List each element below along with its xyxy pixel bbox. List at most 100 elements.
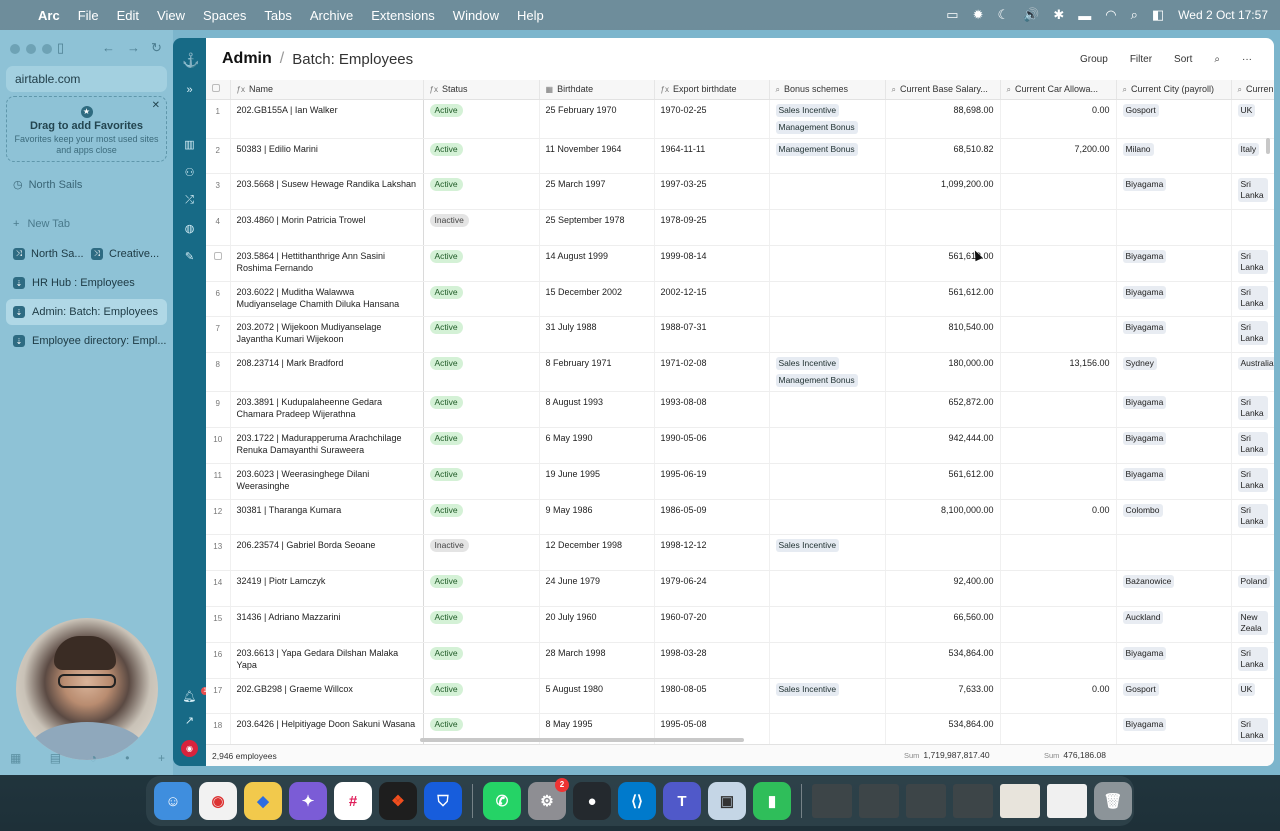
cell-birthdate[interactable]: 6 May 1990 xyxy=(539,427,655,464)
cell-export-birthdate[interactable]: 1980-08-05 xyxy=(654,678,770,715)
cell-base-salary[interactable]: 88,698.00 xyxy=(885,99,1001,139)
row-number[interactable]: 8 xyxy=(206,352,231,393)
column-header-bonus-schemes[interactable]: ⌕ Bonus schemes xyxy=(769,80,886,100)
cell-bonus-schemes[interactable] xyxy=(769,463,886,500)
library-icon[interactable]: ▤ xyxy=(50,751,61,765)
row-number[interactable]: 4 xyxy=(206,209,231,246)
github-icon[interactable]: ● xyxy=(573,782,611,820)
cell-name[interactable]: 203.6426 | Helpitiyage Doon Sakuni Wasan… xyxy=(230,713,424,744)
finder-icon[interactable]: ☺ xyxy=(154,782,192,820)
filter-button[interactable]: Filter xyxy=(1130,54,1152,65)
whatsapp-icon[interactable]: ✆ xyxy=(483,782,521,820)
table-row[interactable]: 8 208.23714 | Mark Bradford Active 8 Februa… xyxy=(206,352,1274,393)
table-row[interactable]: 203.5864 | Hettithanthrige Ann Sasini Ro… xyxy=(206,245,1274,282)
cell-city[interactable]: Biyagama xyxy=(1116,713,1232,744)
cell-bonus-schemes[interactable] xyxy=(769,173,886,211)
cell-status[interactable]: Active xyxy=(423,391,540,429)
minimized-window-thumbnail[interactable] xyxy=(906,784,946,818)
cell-base-salary[interactable] xyxy=(885,209,1001,246)
menu-extensions[interactable]: Extensions xyxy=(371,8,435,23)
cell-status[interactable]: Inactive xyxy=(423,534,540,572)
table-row[interactable]: 10 203.1722 | Madurapperuma Arachchilage … xyxy=(206,427,1274,464)
split-tab[interactable]: ⤨ North Sa... ⤨ Creative... xyxy=(6,241,167,267)
cell-country[interactable]: Sri Lanka xyxy=(1231,281,1274,318)
cell-base-salary[interactable]: 8,100,000.00 xyxy=(885,499,1001,536)
close-window-button[interactable] xyxy=(10,44,20,54)
cell-name[interactable]: 30381 | Tharanga Kumara xyxy=(230,499,424,536)
bitwarden-icon[interactable]: ⛉ xyxy=(424,782,462,820)
column-header-base-salary[interactable]: ⌕ Current Base Salary... xyxy=(885,80,1001,100)
cell-bonus-schemes[interactable] xyxy=(769,316,886,354)
cell-city[interactable]: Gosport xyxy=(1116,678,1232,715)
table-row[interactable]: 13 206.23574 | Gabriel Borda Seoane Inacti… xyxy=(206,534,1274,572)
menu-tabs[interactable]: Tabs xyxy=(264,8,291,23)
cell-bonus-schemes[interactable]: Sales Incentive Management Bonus xyxy=(769,99,886,139)
cell-city[interactable]: Biyagama xyxy=(1116,173,1232,211)
cell-status[interactable]: Inactive xyxy=(423,209,540,246)
cell-birthdate[interactable]: 8 February 1971 xyxy=(539,352,655,393)
cell-bonus-schemes[interactable]: Sales Incentive Management Bonus xyxy=(769,352,886,393)
cell-name[interactable]: 203.5864 | Hettithanthrige Ann Sasini Ro… xyxy=(230,245,424,282)
cell-name[interactable]: 203.2072 | Wijekoon Mudiyanselage Jayant… xyxy=(230,316,424,354)
row-number[interactable]: 2 xyxy=(206,138,231,175)
row-number[interactable]: 3 xyxy=(206,173,231,211)
cell-birthdate[interactable]: 25 March 1997 xyxy=(539,173,655,211)
cell-status[interactable]: Active xyxy=(423,606,540,643)
vertical-scrollbar[interactable] xyxy=(1266,138,1270,154)
cell-export-birthdate[interactable]: 1993-08-08 xyxy=(654,391,770,429)
menu-file[interactable]: File xyxy=(78,8,99,23)
people-icon[interactable]: ⚇ xyxy=(182,166,197,179)
cell-status[interactable]: Active xyxy=(423,499,540,536)
cell-export-birthdate[interactable]: 1978-09-25 xyxy=(654,209,770,246)
cell-car-allowance[interactable] xyxy=(1000,463,1117,500)
cell-base-salary[interactable]: 92,400.00 xyxy=(885,570,1001,608)
raycast-icon[interactable]: ✦ xyxy=(289,782,327,820)
cell-car-allowance[interactable] xyxy=(1000,534,1117,572)
cell-city[interactable]: Biyagama xyxy=(1116,642,1232,679)
cell-base-salary[interactable]: 561,612.00 xyxy=(885,463,1001,500)
menu-datetime[interactable]: Wed 2 Oct 17:57 xyxy=(1178,8,1268,22)
history-icon[interactable]: ◔ xyxy=(90,751,97,765)
cell-name[interactable]: 202.GB155A | Ian Walker xyxy=(230,99,424,139)
cell-city[interactable]: Biyagama xyxy=(1116,316,1232,354)
cell-birthdate[interactable]: 8 August 1993 xyxy=(539,391,655,429)
cell-status[interactable]: Active xyxy=(423,316,540,354)
bell-icon[interactable]: 🔔︎ 1 xyxy=(182,687,209,703)
wrench-icon[interactable]: ✎ xyxy=(182,250,197,263)
cell-bonus-schemes[interactable] xyxy=(769,209,886,246)
cell-city[interactable]: Biyagama xyxy=(1116,391,1232,429)
bluetooth-icon[interactable]: ✱ xyxy=(1053,7,1064,23)
table-row[interactable]: 9 203.3891 | Kudupalaheenne Gedara Chamar… xyxy=(206,391,1274,429)
table-row[interactable]: 15 31436 | Adriano Mazzarini Active 20 July… xyxy=(206,606,1274,643)
cell-base-salary[interactable]: 561,612.00 xyxy=(885,245,1001,282)
minimized-window-thumbnail[interactable] xyxy=(1047,784,1087,818)
table-row[interactable]: 7 203.2072 | Wijekoon Mudiyanselage Jayan… xyxy=(206,316,1274,354)
group-button[interactable]: Group xyxy=(1080,54,1108,65)
cell-export-birthdate[interactable]: 1998-12-12 xyxy=(654,534,770,572)
cell-birthdate[interactable]: 12 December 1998 xyxy=(539,534,655,572)
cell-status[interactable]: Active xyxy=(423,173,540,211)
cell-country[interactable]: UK xyxy=(1231,678,1274,715)
cell-car-allowance[interactable] xyxy=(1000,245,1117,282)
cell-birthdate[interactable]: 20 July 1960 xyxy=(539,606,655,643)
cell-bonus-schemes[interactable] xyxy=(769,713,886,744)
menu-view[interactable]: View xyxy=(157,8,185,23)
cell-export-birthdate[interactable]: 1960-07-20 xyxy=(654,606,770,643)
column-header-status[interactable]: ƒx Status xyxy=(423,80,540,100)
cell-city[interactable]: Biyagama xyxy=(1116,463,1232,500)
cell-base-salary[interactable]: 68,510.82 xyxy=(885,138,1001,175)
close-icon[interactable]: ✕ xyxy=(152,100,160,111)
minimized-window-thumbnail[interactable] xyxy=(859,784,899,818)
cell-export-birthdate[interactable]: 1990-05-06 xyxy=(654,427,770,464)
row-number[interactable]: 9 xyxy=(206,391,231,429)
column-header-current-country[interactable]: ⌕ Curren xyxy=(1231,80,1274,100)
cell-birthdate[interactable]: 28 March 1998 xyxy=(539,642,655,679)
minimize-window-button[interactable] xyxy=(26,44,36,54)
cell-bonus-schemes[interactable]: Sales Incentive xyxy=(769,534,886,572)
row-number[interactable]: 17 xyxy=(206,678,231,715)
cell-base-salary[interactable]: 1,099,200.00 xyxy=(885,173,1001,211)
sun-icon[interactable]: ✹ xyxy=(973,7,984,23)
cell-export-birthdate[interactable]: 2002-12-15 xyxy=(654,281,770,318)
cell-car-allowance[interactable] xyxy=(1000,642,1117,679)
cell-status[interactable]: Active xyxy=(423,427,540,464)
